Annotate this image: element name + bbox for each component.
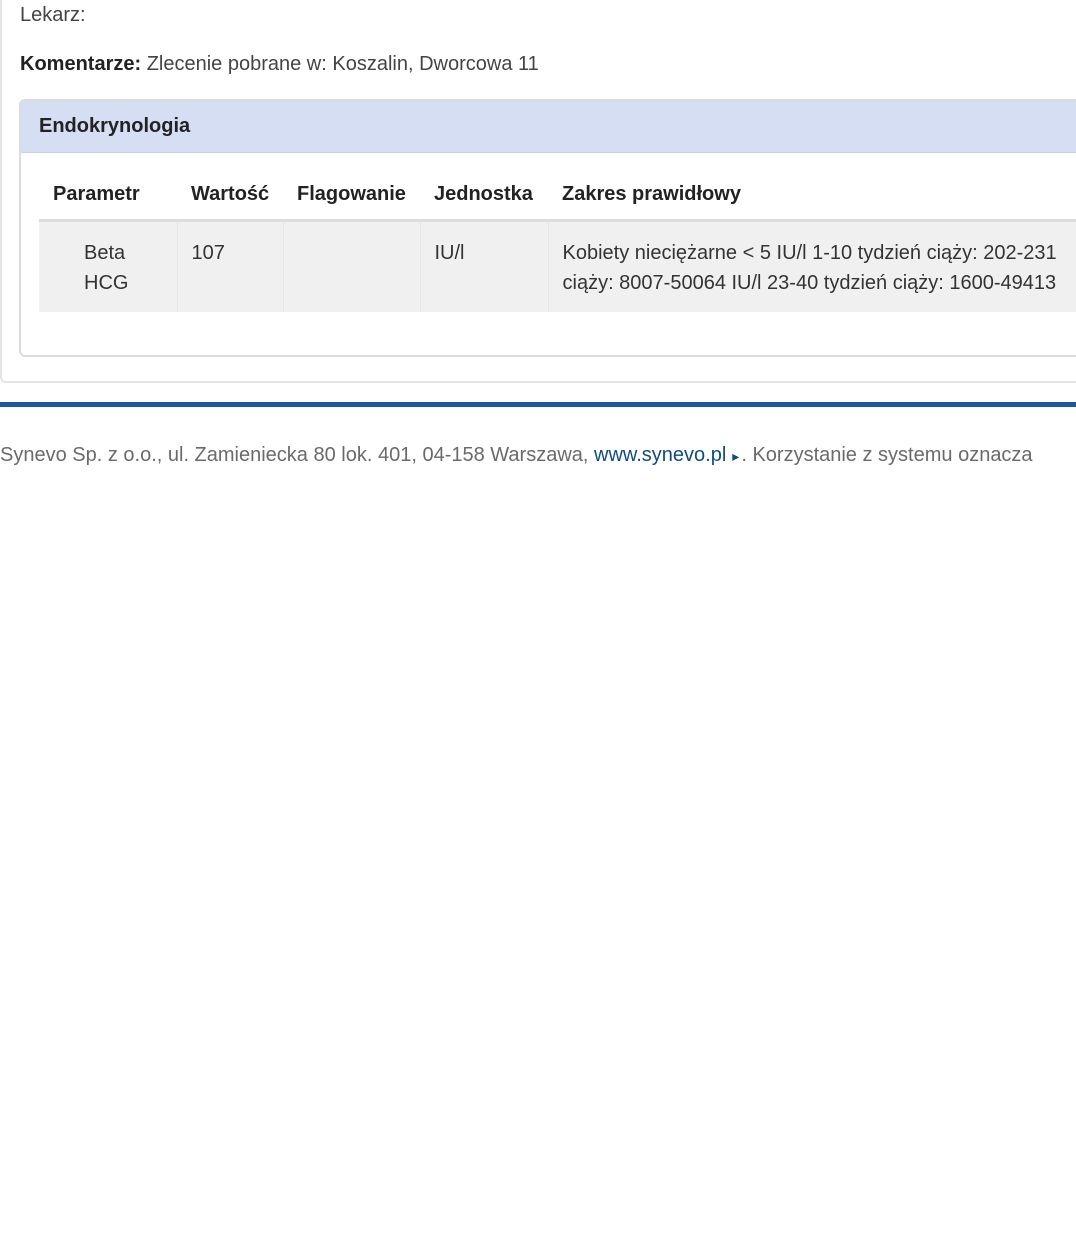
range-line: Kobiety nieciężarne < 5 IU/l 1-10 tydzie…: [562, 242, 1057, 264]
column-header-value: Wartość: [177, 169, 283, 222]
range-line: ciąży: 8007-50064 IU/l 23-40 tydzień cią…: [562, 272, 1057, 294]
cell-flag: [283, 220, 421, 312]
results-section-endocrinology: Endokrynologia Parametr Wartość Flagowan…: [19, 99, 1076, 357]
comments-line: Komentarze: Zlecenie pobrane w: Koszalin…: [20, 53, 539, 76]
cell-range: Kobiety nieciężarne < 5 IU/l 1-10 tydzie…: [548, 220, 1076, 312]
column-header-range: Zakres prawidłowy: [548, 169, 1076, 222]
results-table: Parametr Wartość Flagowanie Jednostka Za…: [39, 169, 1076, 312]
table-header-row: Parametr Wartość Flagowanie Jednostka Za…: [39, 169, 1076, 222]
column-header-flag: Flagowanie: [283, 169, 420, 222]
synevo-website-link[interactable]: www.synevo.pl: [594, 444, 726, 466]
chevron-right-icon: ▸: [732, 448, 740, 464]
table-row: Beta HCG 107 IU/l Kobiety nieciężarne < …: [39, 220, 1076, 312]
column-header-parameter: Parametr: [39, 169, 177, 222]
page: Lekarz: Komentarze: Zlecenie pobrane w: …: [0, 0, 1076, 1242]
footer-terms-text: . Korzystanie z systemu oznacza: [741, 444, 1033, 466]
doctor-label: Lekarz:: [20, 4, 86, 26]
cell-value: 107: [177, 220, 284, 312]
parameter-name-line: Beta: [84, 242, 126, 264]
cell-parameter: Beta HCG: [39, 220, 178, 312]
footer-address: Synevo Sp. z o.o., ul. Zamieniecka 80 lo…: [0, 444, 595, 466]
footer-divider: [0, 402, 1076, 407]
cell-unit: IU/l: [420, 220, 549, 312]
column-header-unit: Jednostka: [420, 169, 548, 222]
comments-text: Zlecenie pobrane w: Koszalin, Dworcowa 1…: [146, 53, 539, 75]
parameter-name-line: HCG: [84, 272, 129, 294]
comments-label: Komentarze:: [20, 53, 142, 75]
footer: Synevo Sp. z o.o., ul. Zamieniecka 80 lo…: [0, 444, 1033, 467]
section-title: Endokrynologia: [21, 101, 1076, 153]
